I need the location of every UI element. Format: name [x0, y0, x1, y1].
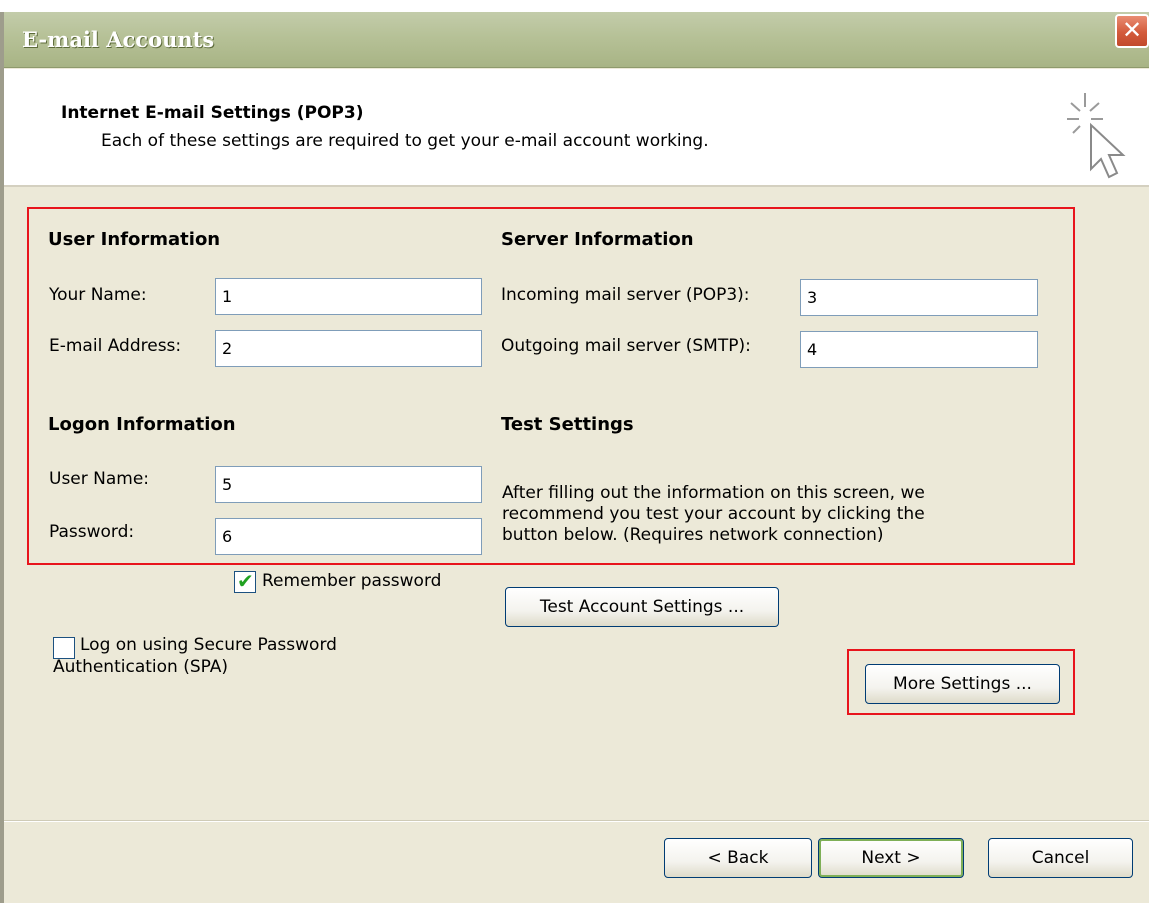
test-settings-desc-line2: recommend you test your account by click… — [502, 504, 925, 524]
server-information-heading: Server Information — [501, 229, 694, 250]
outgoing-server-input[interactable]: 4 — [800, 331, 1038, 368]
user-name-input[interactable]: 5 — [215, 466, 482, 503]
logon-information-heading: Logon Information — [48, 414, 236, 435]
cursor-sparkle-icon — [1067, 93, 1126, 179]
your-name-label: Your Name: — [49, 285, 147, 305]
test-settings-desc-line1: After filling out the information on thi… — [502, 483, 925, 503]
more-settings-button[interactable]: More Settings ... — [865, 664, 1060, 704]
header-subtitle: Each of these settings are required to g… — [101, 131, 709, 151]
close-icon: ✕ — [1121, 16, 1143, 44]
user-name-label: User Name: — [49, 469, 150, 489]
header-title: Internet E-mail Settings (POP3) — [61, 103, 364, 123]
password-input[interactable]: 6 — [215, 518, 482, 555]
email-address-label: E-mail Address: — [49, 336, 182, 356]
footer-separator — [4, 820, 1149, 822]
spa-label-line1: Log on using Secure Password — [80, 635, 337, 655]
outgoing-server-label: Outgoing mail server (SMTP): — [501, 336, 751, 356]
password-label: Password: — [49, 522, 135, 542]
test-settings-description: After filling out the information on thi… — [502, 483, 982, 546]
back-button[interactable]: < Back — [664, 838, 812, 878]
test-settings-heading: Test Settings — [501, 414, 634, 435]
your-name-input[interactable]: 1 — [215, 278, 482, 315]
test-settings-desc-line3: button below. (Requires network connecti… — [502, 525, 884, 545]
window-title: E-mail Accounts — [22, 27, 215, 52]
spa-label-line2: Authentication (SPA) — [53, 657, 229, 677]
title-bar[interactable]: E-mail Accounts ✕ — [4, 12, 1149, 68]
next-button[interactable]: Next > — [818, 838, 964, 878]
cancel-button[interactable]: Cancel — [988, 838, 1133, 878]
incoming-server-input[interactable]: 3 — [800, 279, 1038, 316]
email-address-input[interactable]: 2 — [215, 330, 482, 367]
checkmark-icon: ✔ — [237, 569, 254, 593]
remember-password-checkbox[interactable]: ✔ — [234, 569, 256, 593]
close-button[interactable]: ✕ — [1115, 14, 1149, 48]
email-accounts-dialog: E-mail Accounts ✕ Internet E-mail Settin… — [0, 12, 1149, 903]
user-information-heading: User Information — [48, 229, 221, 250]
test-account-settings-button[interactable]: Test Account Settings ... — [505, 587, 779, 627]
remember-password-label[interactable]: Remember password — [262, 571, 441, 591]
spa-label[interactable]: Log on using Secure Password Authenticat… — [53, 634, 337, 678]
dialog-header: Internet E-mail Settings (POP3) Each of … — [4, 69, 1149, 187]
incoming-server-label: Incoming mail server (POP3): — [501, 285, 750, 305]
